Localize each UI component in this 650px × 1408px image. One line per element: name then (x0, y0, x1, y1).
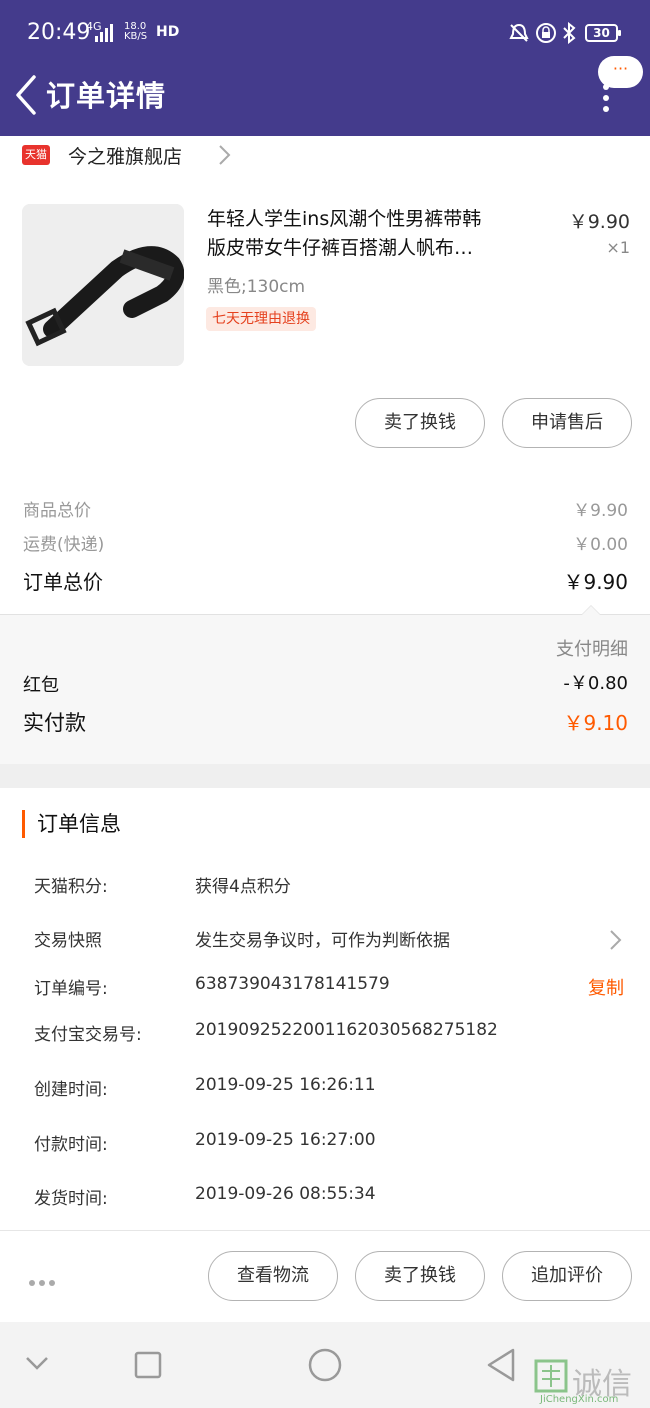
product-title-line2: 版皮带女牛仔裤百搭潮人帆布… (207, 237, 474, 259)
page-title: 订单详情 (46, 79, 167, 113)
info-key: 订单编号: (34, 979, 108, 999)
after-sale-button[interactable]: 申请售后 (502, 398, 632, 448)
order-total-value: ￥9.90 (563, 570, 628, 594)
belt-image (22, 204, 184, 366)
kebab-menu-icon[interactable] (601, 84, 611, 114)
product-thumbnail[interactable] (22, 204, 184, 366)
back-button[interactable] (8, 66, 44, 124)
watermark-logo: 诚信 JiChengXin.com (532, 1355, 650, 1408)
info-value: 2019092522001162030568275182 (195, 1020, 498, 1040)
payment-detail-panel: 支付明细 红包 -￥0.80 实付款 ￥9.10 (0, 605, 650, 764)
info-value: 2019-09-26 08:55:34 (195, 1184, 376, 1204)
product-quantity: ×1 (606, 238, 630, 257)
recent-apps-icon[interactable] (133, 1344, 163, 1384)
payment-detail-label: 支付明细 (556, 639, 628, 660)
mute-bell-icon (509, 23, 529, 42)
chevron-right-icon (219, 145, 231, 165)
order-total-row: 订单总价 ￥9.90 (23, 566, 628, 594)
paid-value: ￥9.10 (563, 711, 628, 735)
product-spec: 黑色;130cm (207, 277, 306, 297)
order-info-title: 订单信息 (22, 810, 121, 838)
speed-unit: KB/S (124, 31, 148, 42)
store-row[interactable]: 天猫 今之雅旗舰店 (0, 136, 650, 178)
goods-total-label: 商品总价 (23, 501, 91, 521)
battery-level: 30 (593, 26, 610, 40)
product-title-line1: 年轻人学生ins风潮个性男裤带韩 (207, 208, 482, 230)
info-row-paid: 付款时间: 2019-09-25 16:27:00 (34, 1130, 624, 1160)
network-speed: 18.0 KB/S (124, 22, 147, 42)
info-key: 天猫积分: (34, 877, 108, 897)
chevron-right-icon (610, 930, 622, 950)
return-policy-tag: 七天无理由退换 (206, 307, 316, 331)
info-row-snapshot[interactable]: 交易快照 发生交易争议时，可作为判断依据 (34, 926, 624, 956)
section-divider (0, 764, 650, 788)
info-row-points: 天猫积分: 获得4点积分 (34, 872, 624, 902)
status-time: 20:49 (27, 20, 91, 45)
shipping-label: 运费(快递) (23, 535, 105, 555)
red-packet-label: 红包 (23, 675, 59, 696)
watermark-url: JiChengXin.com (540, 1394, 619, 1405)
copy-button[interactable]: 复制 (588, 974, 624, 1000)
info-row-order-number: 订单编号: 638739043178141579 复制 (34, 974, 624, 1004)
app-header: 订单详情 ··· (0, 56, 650, 136)
info-key: 发货时间: (34, 1189, 108, 1209)
store-name[interactable]: 今之雅旗舰店 (68, 142, 182, 169)
back-triangle-icon[interactable] (485, 1344, 517, 1384)
signal-icon (95, 24, 113, 42)
view-logistics-button[interactable]: 查看物流 (208, 1251, 338, 1301)
tmall-logo-icon: 天猫 (22, 145, 50, 165)
red-packet-value: -￥0.80 (563, 673, 628, 694)
caret-up-icon (581, 605, 601, 615)
shipping-row: 运费(快递) ￥0.00 (23, 530, 628, 555)
order-total-label: 订单总价 (23, 570, 103, 594)
watermark-mark-icon (534, 1359, 568, 1393)
info-key: 创建时间: (34, 1080, 108, 1100)
product-title[interactable]: 年轻人学生ins风潮个性男裤带韩 版皮带女牛仔裤百搭潮人帆布… (207, 205, 547, 263)
info-row-shipped: 发货时间: 2019-09-26 08:55:34 (34, 1184, 624, 1214)
info-row-alipay-number: 支付宝交易号: 2019092522001162030568275182 (34, 1020, 624, 1050)
bluetooth-icon (563, 22, 576, 44)
product-price: ￥9.90 (568, 211, 630, 233)
paid-label: 实付款 (23, 711, 86, 735)
hd-indicator: HD (156, 24, 180, 40)
info-value: 发生交易争议时，可作为判断依据 (195, 931, 450, 951)
sell-button[interactable]: 卖了换钱 (355, 398, 485, 448)
goods-total-row: 商品总价 ￥9.90 (23, 496, 628, 521)
battery-icon: 30 (585, 24, 621, 42)
add-review-button[interactable]: 追加评价 (502, 1251, 632, 1301)
chevron-down-icon[interactable] (24, 1344, 50, 1384)
lock-rotation-icon (536, 23, 556, 43)
info-value: 638739043178141579 (195, 974, 390, 994)
goods-total-value: ￥9.90 (573, 501, 628, 521)
info-value: 2019-09-25 16:27:00 (195, 1130, 376, 1150)
info-key: 支付宝交易号: (34, 1025, 142, 1045)
bottom-action-bar: 查看物流 卖了换钱 追加评价 (0, 1230, 650, 1322)
shipping-value: ￥0.00 (573, 535, 628, 555)
home-icon[interactable] (307, 1344, 343, 1384)
info-key: 交易快照 (34, 931, 102, 951)
info-key: 付款时间: (34, 1135, 108, 1155)
more-actions-icon[interactable] (29, 1271, 59, 1290)
info-value: 2019-09-25 16:26:11 (195, 1075, 376, 1095)
info-value: 获得4点积分 (195, 877, 291, 897)
info-row-created: 创建时间: 2019-09-25 16:26:11 (34, 1075, 624, 1105)
back-arrow-icon (16, 75, 36, 115)
status-bar: 20:49 4G 18.0 KB/S HD 30 (0, 0, 650, 66)
sell-button-bottom[interactable]: 卖了换钱 (355, 1251, 485, 1301)
